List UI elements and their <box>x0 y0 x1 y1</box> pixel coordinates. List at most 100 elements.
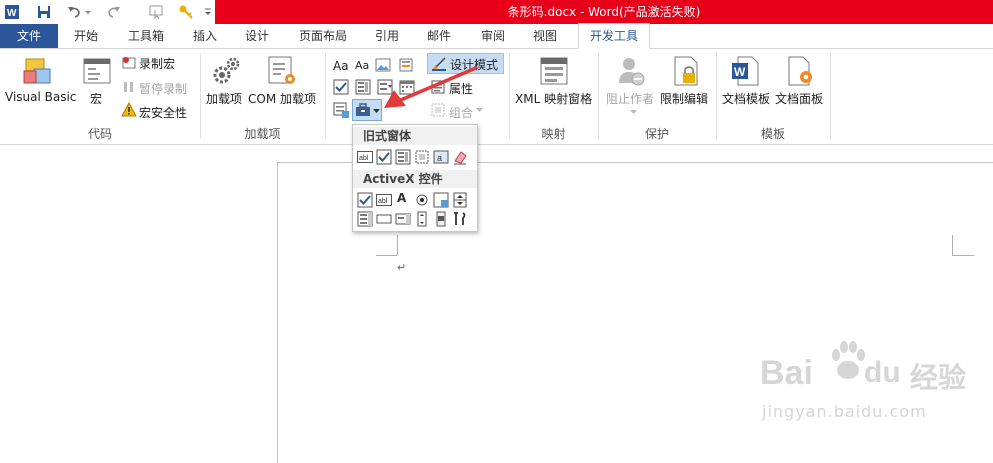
activex-image-icon[interactable] <box>433 192 449 208</box>
checkbox-control-icon[interactable] <box>333 79 349 95</box>
undo-icon[interactable] <box>66 4 82 20</box>
xml-mapping-pane-button[interactable]: XML 映射窗格 <box>515 90 592 107</box>
com-addins-button[interactable]: COM 加载项 <box>248 90 316 107</box>
svg-text:W: W <box>7 8 17 19</box>
restrict-editing-icon <box>674 56 698 86</box>
group-separator <box>325 53 326 139</box>
activex-list-box-icon[interactable] <box>357 211 373 227</box>
tab-page-layout[interactable]: 页面布局 <box>288 24 358 48</box>
plain-text-control-button[interactable]: Aa <box>355 59 369 72</box>
document-panel-button[interactable]: 文档面板 <box>775 90 823 107</box>
tab-toolbox[interactable]: 工具箱 <box>118 24 174 48</box>
legacy-tools-gallery: 旧式窗体 abl a ActiveX 控件 abl A <box>352 124 478 232</box>
visual-basic-icon <box>23 58 51 84</box>
tab-view[interactable]: 视图 <box>524 24 566 48</box>
reset-form-fields-icon[interactable] <box>452 149 468 165</box>
ribbon-developer: Visual Basic 宏 录制宏 暂停录制 宏安全性 代码 加载项 COM … <box>0 49 993 145</box>
tab-developer[interactable]: 开发工具 <box>578 23 650 49</box>
tab-mailings[interactable]: 邮件 <box>418 24 460 48</box>
tab-file[interactable]: 文件 <box>0 24 58 48</box>
watermark-brand-2: du <box>864 356 901 389</box>
ribbon-tabs: 文件 开始 工具箱 插入 设计 页面布局 引用 邮件 审阅 视图 开发工具 <box>0 23 993 49</box>
com-addins-icon <box>268 56 295 84</box>
toolbox-icon <box>356 103 370 116</box>
visual-basic-button[interactable]: Visual Basic <box>5 90 76 104</box>
warning-icon <box>121 102 137 117</box>
baidu-watermark: Bai du 经验 jingyan.baidu.com <box>760 340 993 443</box>
word-logo-icon: W <box>5 5 19 19</box>
svg-text:W: W <box>734 65 746 79</box>
title-bar: 条形码.docx - Word(产品激活失败) <box>215 0 993 24</box>
block-authors-button[interactable]: 阻止作者 <box>606 90 654 107</box>
repeating-section-control-icon[interactable] <box>333 102 349 118</box>
block-authors-icon <box>619 58 645 86</box>
svg-text:abl: abl <box>359 155 369 162</box>
combo-box-control-icon[interactable] <box>355 79 371 95</box>
form-field-shading-icon[interactable]: a <box>433 149 449 165</box>
group-separator <box>830 53 831 139</box>
watermark-brand: Bai <box>760 354 813 392</box>
rich-text-control-button[interactable]: Aa <box>333 59 349 73</box>
addins-button[interactable]: 加载项 <box>206 90 242 107</box>
margin-mark-right-h <box>952 255 974 256</box>
group-label-protect: 保护 <box>644 127 669 141</box>
document-template-icon: W <box>732 56 759 86</box>
block-authors-dropdown-icon[interactable] <box>630 109 637 115</box>
window-title: 条形码.docx - Word(产品激活失败) <box>507 5 701 19</box>
activex-option-button-icon[interactable] <box>414 192 430 208</box>
group-label-mapping: 映射 <box>541 127 566 141</box>
tab-insert[interactable]: 插入 <box>184 24 226 48</box>
group-label-addins: 加载项 <box>244 127 281 141</box>
activex-checkbox-icon[interactable] <box>357 192 373 208</box>
key-icon[interactable] <box>178 4 194 20</box>
paw-logo-icon <box>832 341 865 379</box>
redo-icon[interactable] <box>106 4 122 20</box>
margin-mark-left <box>397 235 398 255</box>
svg-text:a: a <box>437 153 442 163</box>
legacy-checkbox-icon[interactable] <box>376 149 392 165</box>
chevron-down-icon <box>373 109 380 113</box>
activex-scroll-bar-icon[interactable] <box>433 211 449 227</box>
activex-spin-button-icon[interactable] <box>452 192 468 208</box>
pause-recording-icon <box>124 82 133 92</box>
macros-icon <box>83 58 111 84</box>
restrict-editing-button[interactable]: 限制编辑 <box>660 90 708 107</box>
macros-button[interactable]: 宏 <box>90 90 102 107</box>
activex-text-box-icon[interactable]: abl <box>376 192 392 208</box>
record-macro-icon <box>122 57 136 69</box>
touch-mode-icon[interactable] <box>148 4 164 20</box>
tab-home[interactable]: 开始 <box>64 24 108 48</box>
activex-command-button-icon[interactable] <box>376 211 392 227</box>
watermark-url: jingyan.baidu.com <box>762 402 927 421</box>
quick-access-toolbar: W <box>0 0 215 24</box>
margin-mark-right <box>952 235 953 255</box>
insert-frame-icon[interactable] <box>414 149 430 165</box>
more-controls-icon[interactable] <box>452 211 468 227</box>
activex-combo-box-icon[interactable] <box>395 211 411 227</box>
document-panel-icon <box>788 56 812 86</box>
record-macro-button[interactable]: 录制宏 <box>139 55 175 72</box>
gear-icon <box>213 57 240 84</box>
pause-recording-button[interactable]: 暂停录制 <box>139 80 187 97</box>
svg-text:abl: abl <box>378 198 388 205</box>
macro-security-button[interactable]: 宏安全性 <box>139 104 187 121</box>
watermark-brand-3: 经验 <box>910 361 967 394</box>
xml-mapping-icon <box>540 57 568 85</box>
margin-mark-left-h <box>376 255 397 256</box>
activex-toggle-button-icon[interactable] <box>414 211 430 227</box>
tab-design[interactable]: 设计 <box>236 24 278 48</box>
legacy-tools-button[interactable] <box>352 99 382 121</box>
legacy-text-field-icon[interactable]: abl <box>357 149 373 165</box>
undo-dropdown-icon[interactable] <box>84 4 92 20</box>
customize-qat-icon[interactable] <box>204 4 212 20</box>
activex-label-icon[interactable]: A <box>397 191 413 207</box>
tab-review[interactable]: 审阅 <box>472 24 514 48</box>
legacy-dropdown-field-icon[interactable] <box>395 149 411 165</box>
tab-references[interactable]: 引用 <box>366 24 408 48</box>
legacy-forms-header: 旧式窗体 <box>353 127 477 145</box>
document-template-button[interactable]: 文档模板 <box>722 90 770 107</box>
paragraph-mark: ↵ <box>397 261 407 274</box>
group-label-templates: 模板 <box>760 127 785 141</box>
annotation-arrow <box>384 66 478 108</box>
save-icon[interactable] <box>36 4 52 20</box>
